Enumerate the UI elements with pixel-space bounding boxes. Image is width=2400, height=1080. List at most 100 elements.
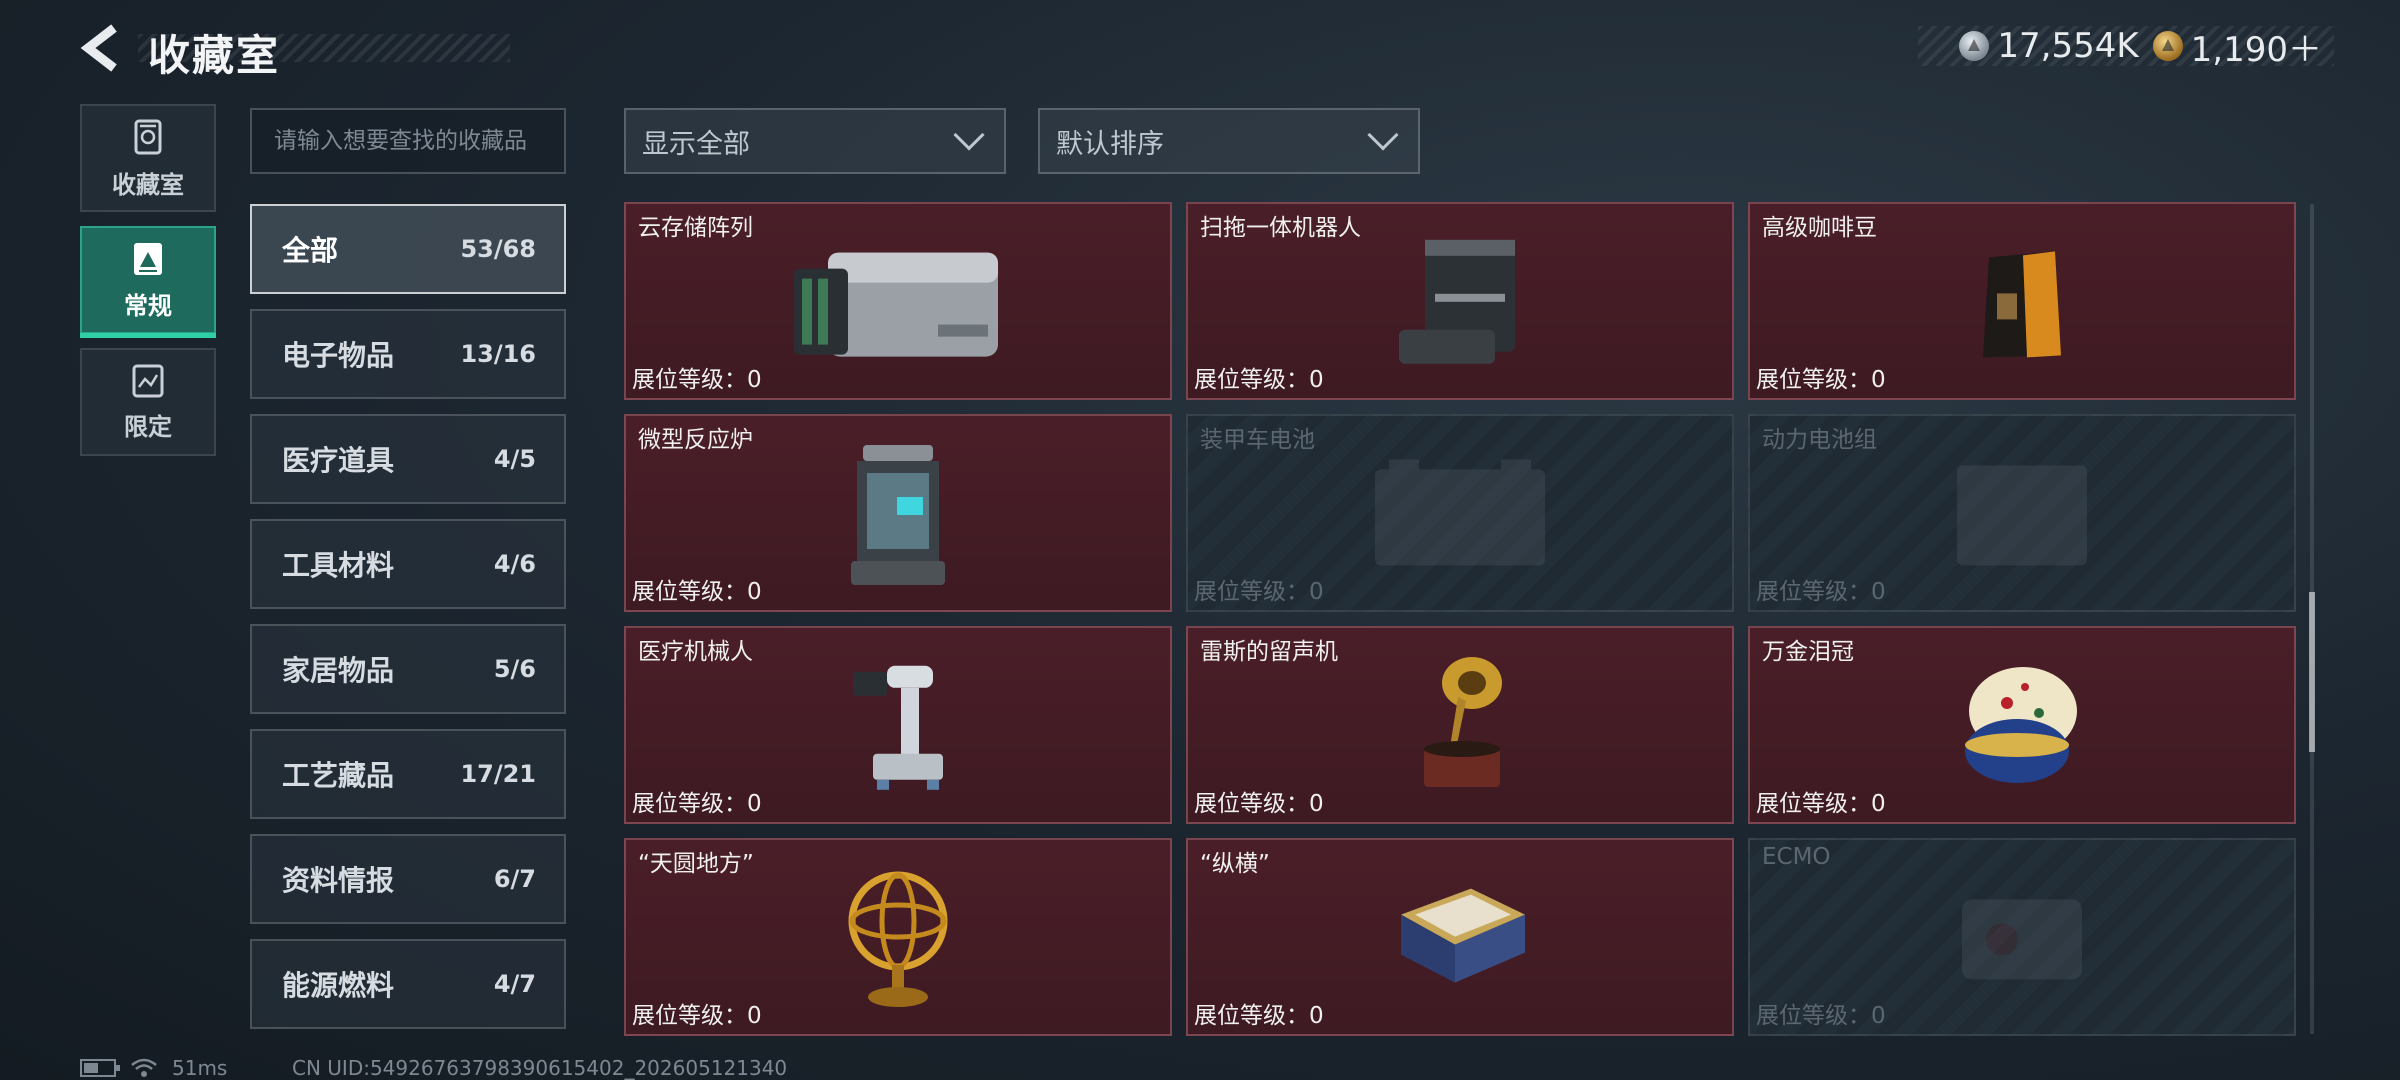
display-filter-dropdown[interactable]: 显示全部: [624, 108, 1006, 174]
item-card[interactable]: ECMO 展位等级：0: [1748, 838, 2296, 1036]
sort-dropdown[interactable]: 默认排序: [1038, 108, 1420, 174]
gold-currency[interactable]: 1,190＋: [2152, 22, 2322, 71]
nav-tab-limited[interactable]: 限定: [80, 348, 216, 456]
category-name: 电子物品: [282, 339, 395, 372]
category-electronics[interactable]: 电子物品 13/16: [250, 309, 566, 399]
category-name: 工具材料: [282, 549, 395, 582]
category-count: 4/5: [493, 445, 536, 473]
item-card[interactable]: 医疗机械人 展位等级：0: [624, 626, 1172, 824]
booth-level: 展位等级：0: [1194, 367, 1324, 393]
booth-level: 展位等级：0: [1756, 1003, 1886, 1029]
category-count: 17/21: [460, 760, 536, 788]
back-button[interactable]: [78, 22, 124, 74]
gold-coin-icon: [2152, 31, 2183, 61]
battery-box-icon: [1375, 459, 1545, 566]
category-count: 4/7: [493, 970, 536, 998]
item-card[interactable]: “纵横” 展位等级：0: [1186, 838, 1734, 1036]
jeweled-egg-icon: [1965, 667, 2077, 783]
item-card[interactable]: 万金泪冠 展位等级：0: [1748, 626, 2296, 824]
booth-level: 展位等级：0: [632, 1003, 762, 1029]
wifi-icon: [131, 1058, 157, 1077]
item-name: 医疗机械人: [638, 639, 753, 665]
booth-level: 展位等级：0: [1194, 1003, 1324, 1029]
category-count: 13/16: [460, 340, 536, 368]
category-name: 工艺藏品: [282, 759, 395, 792]
silver-amount: 17,554K: [1997, 26, 2139, 66]
item-card[interactable]: 装甲车电池 展位等级：0: [1186, 414, 1734, 612]
medical-robot-icon: [853, 665, 943, 790]
item-name: 装甲车电池: [1200, 427, 1315, 453]
grid-scrollbar-thumb[interactable]: [2309, 592, 2315, 752]
gold-amount: 1,190＋: [2190, 29, 2322, 70]
chevron-down-icon: [1367, 119, 1399, 151]
category-intel[interactable]: 资料情报 6/7: [250, 834, 566, 924]
item-name: “纵横”: [1200, 851, 1270, 877]
category-name: 家居物品: [282, 654, 395, 687]
booth-level: 展位等级：0: [632, 579, 762, 605]
ecmo-machine-icon: [1962, 899, 2082, 980]
status-bar: 51ms: [80, 1056, 227, 1080]
booth-level: 展位等级：0: [1756, 791, 1886, 817]
category-count: 6/7: [493, 865, 536, 893]
display-filter-value: 显示全部: [642, 128, 750, 160]
coffee-bag-icon: [1983, 251, 2061, 358]
search-input[interactable]: [250, 108, 566, 174]
nav-tab-label: 常规: [124, 291, 172, 320]
limited-icon: [132, 364, 164, 397]
server-array-icon: [794, 252, 998, 357]
item-card[interactable]: 高级咖啡豆 展位等级：0: [1748, 202, 2296, 400]
booth-level: 展位等级：0: [632, 367, 762, 393]
sort-value: 默认排序: [1056, 128, 1164, 160]
item-name: 万金泪冠: [1762, 639, 1854, 665]
item-name: ECMO: [1762, 844, 1831, 870]
item-card[interactable]: 微型反应炉 展位等级：0: [624, 414, 1172, 612]
category-medical[interactable]: 医疗道具 4/5: [250, 414, 566, 504]
chess-box-icon: [1401, 888, 1525, 983]
nav-tab-collection-room[interactable]: 收藏室: [80, 104, 216, 212]
item-card[interactable]: 雷斯的留声机 展位等级：0: [1186, 626, 1734, 824]
category-count: 5/6: [493, 655, 536, 683]
currency-bar: 17,554K 1,190＋: [1918, 26, 2334, 70]
item-card[interactable]: “天圆地方” 展位等级：0: [624, 838, 1172, 1036]
item-name: 动力电池组: [1762, 427, 1877, 453]
category-count: 4/6: [493, 550, 536, 578]
item-card[interactable]: 扫拖一体机器人 展位等级：0: [1186, 202, 1734, 400]
silver-currency: 17,554K: [1959, 26, 2139, 66]
robot-vacuum-icon: [1399, 239, 1515, 364]
item-card[interactable]: 云存储阵列 展位等级：0: [624, 202, 1172, 400]
regular-icon: [134, 242, 162, 275]
item-name: 雷斯的留声机: [1200, 639, 1338, 665]
item-name: 高级咖啡豆: [1762, 215, 1877, 241]
nav-tab-label: 收藏室: [112, 170, 184, 199]
item-name: 云存储阵列: [638, 215, 753, 241]
booth-level: 展位等级：0: [1194, 579, 1324, 605]
item-name: 微型反应炉: [638, 427, 753, 453]
battery-pack-icon: [1957, 465, 2087, 566]
category-crafts[interactable]: 工艺藏品 17/21: [250, 729, 566, 819]
silver-coin-icon: [1959, 31, 1990, 61]
nav-tab-label: 限定: [124, 412, 172, 441]
category-name: 医疗道具: [282, 444, 395, 477]
category-all[interactable]: 全部 53/68: [250, 204, 566, 294]
booth-level: 展位等级：0: [1756, 367, 1886, 393]
nav-tab-regular[interactable]: 常规: [80, 226, 216, 338]
armillary-sphere-icon: [848, 871, 948, 1007]
page-title: 收藏室: [148, 31, 281, 80]
category-household[interactable]: 家居物品 5/6: [250, 624, 566, 714]
category-name: 全部: [282, 234, 339, 267]
battery-icon: [80, 1059, 120, 1077]
booth-level: 展位等级：0: [1194, 791, 1324, 817]
booth-level: 展位等级：0: [632, 791, 762, 817]
category-name: 资料情报: [282, 864, 395, 897]
item-card[interactable]: 动力电池组 展位等级：0: [1748, 414, 2296, 612]
category-energy[interactable]: 能源燃料 4/7: [250, 939, 566, 1029]
collection-grid: 云存储阵列 展位等级：0 扫拖一体机器人 展位等级：0 高级咖啡豆 展位等级：0: [624, 202, 2296, 1036]
item-name: 扫拖一体机器人: [1200, 215, 1361, 241]
back-arrow-icon: [80, 24, 117, 72]
user-uid: CN UID:54926763798390615402_202605121340: [292, 1056, 788, 1080]
collection-room-icon: [134, 119, 162, 154]
category-tools[interactable]: 工具材料 4/6: [250, 519, 566, 609]
category-count: 53/68: [460, 235, 536, 263]
category-name: 能源燃料: [282, 969, 395, 1002]
ping-value: 51ms: [172, 1056, 228, 1080]
